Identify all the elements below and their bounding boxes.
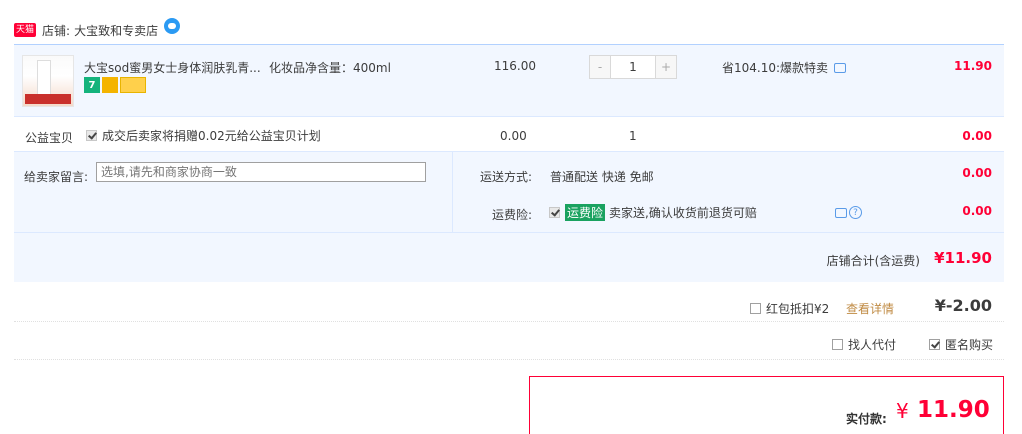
insurance-checkbox-group: 运费险 卖家送,确认收货前退货可赔 bbox=[549, 204, 757, 221]
quality-guarantee-icon[interactable] bbox=[102, 77, 118, 93]
charity-checkbox bbox=[86, 130, 97, 141]
payment-currency: ¥ bbox=[896, 399, 909, 423]
divider bbox=[452, 152, 453, 232]
item-row: 大宝sod蜜男女士身体润肤乳青... 化妆品净含量：400ml 7 116.00… bbox=[14, 45, 1004, 117]
payment-options-row: 找人代付 匿名购买 bbox=[14, 326, 1004, 360]
charity-total: 0.00 bbox=[962, 129, 992, 143]
shop-label: 店铺: bbox=[42, 23, 71, 38]
shop-order-box: 大宝sod蜜男女士身体润肤乳青... 化妆品净含量：400ml 7 116.00… bbox=[14, 44, 1004, 282]
product-spec: 化妆品净含量：400ml bbox=[269, 61, 391, 75]
shipping-label: 运送方式: bbox=[480, 170, 533, 184]
redpack-checkbox[interactable] bbox=[750, 303, 761, 314]
anonymous-label: 匿名购买 bbox=[945, 338, 994, 352]
proxy-pay-checkbox[interactable] bbox=[832, 339, 843, 350]
wangwang-chat-icon[interactable] bbox=[164, 18, 181, 34]
redpack-label: 红包抵扣¥2 bbox=[766, 302, 830, 316]
shop-name-link[interactable]: 大宝致和专卖店 bbox=[74, 22, 158, 39]
qty-plus-button[interactable]: + bbox=[656, 56, 676, 78]
payment-label: 实付款: bbox=[846, 412, 887, 426]
insurance-tag: 运费险 bbox=[565, 204, 606, 221]
seller-message-input[interactable] bbox=[96, 162, 426, 182]
comment-icon[interactable] bbox=[835, 207, 847, 218]
charity-qty: 1 bbox=[629, 129, 637, 143]
qty-input[interactable] bbox=[610, 56, 656, 78]
shop-total-label: 店铺合计(含运费) bbox=[826, 254, 920, 268]
help-icon[interactable]: ? bbox=[849, 206, 862, 219]
shop-total-value: ¥11.90 bbox=[934, 249, 992, 267]
product-thumbnail[interactable] bbox=[22, 55, 74, 107]
item-subtotal: 11.90 bbox=[954, 59, 992, 73]
tmall-badge: 天猫 bbox=[14, 23, 37, 37]
insurance-label: 运费险: bbox=[492, 208, 533, 222]
insurance-total: 0.00 bbox=[962, 204, 992, 218]
unit-price: 116.00 bbox=[494, 59, 536, 73]
payment-amount: 11.90 bbox=[917, 397, 990, 423]
credit-card-icon[interactable] bbox=[120, 77, 146, 93]
seven-day-return-icon[interactable]: 7 bbox=[84, 77, 100, 93]
redpack-row: 红包抵扣¥2 查看详情 ¥-2.00 bbox=[14, 290, 1004, 322]
charity-price: 0.00 bbox=[500, 129, 527, 143]
shipping-method: 普通配送 快递 免邮 bbox=[550, 170, 654, 184]
discount-text: 省104.10:爆款特卖 bbox=[722, 61, 829, 75]
discount-info: 省104.10:爆款特卖 bbox=[722, 59, 847, 76]
qty-minus-button[interactable]: - bbox=[590, 56, 610, 78]
product-title-link[interactable]: 大宝sod蜜男女士身体润肤乳青... bbox=[84, 59, 261, 76]
proxy-pay-option: 找人代付 bbox=[832, 336, 896, 353]
quantity-stepper: - + bbox=[589, 55, 677, 79]
charity-checkbox-group: 成交后卖家将捐赠0.02元给公益宝贝计划 bbox=[86, 127, 321, 144]
charity-row: 公益宝贝 成交后卖家将捐赠0.02元给公益宝贝计划 0.00 1 0.00 bbox=[14, 117, 1004, 151]
charity-label: 公益宝贝 bbox=[25, 131, 74, 145]
insurance-checkbox bbox=[549, 207, 560, 218]
insurance-icons: ? bbox=[829, 206, 862, 219]
shop-header: 天猫 店铺: 大宝致和专卖店 bbox=[14, 16, 1004, 44]
charity-text: 成交后卖家将捐赠0.02元给公益宝贝计划 bbox=[102, 129, 321, 143]
divider bbox=[14, 232, 1004, 233]
redpack-checkbox-group: 红包抵扣¥2 bbox=[750, 300, 829, 317]
insurance-text: 卖家送,确认收货前退货可赔 bbox=[609, 206, 757, 220]
anonymous-checkbox[interactable] bbox=[929, 339, 940, 350]
anonymous-option: 匿名购买 bbox=[929, 336, 993, 353]
comment-icon[interactable] bbox=[834, 62, 847, 73]
payment-summary: 实付款: ¥ 11.90 bbox=[529, 376, 1004, 434]
order-extras: 给卖家留言: 运送方式: 普通配送 快递 免邮 0.00 运费险: 运费险 卖家… bbox=[14, 151, 1004, 282]
proxy-pay-label: 找人代付 bbox=[848, 338, 897, 352]
redpack-value: ¥-2.00 bbox=[934, 296, 992, 315]
message-label: 给卖家留言: bbox=[24, 170, 89, 184]
shipping-total: 0.00 bbox=[962, 166, 992, 180]
service-badges: 7 bbox=[84, 77, 146, 93]
redpack-details-link[interactable]: 查看详情 bbox=[846, 300, 894, 317]
